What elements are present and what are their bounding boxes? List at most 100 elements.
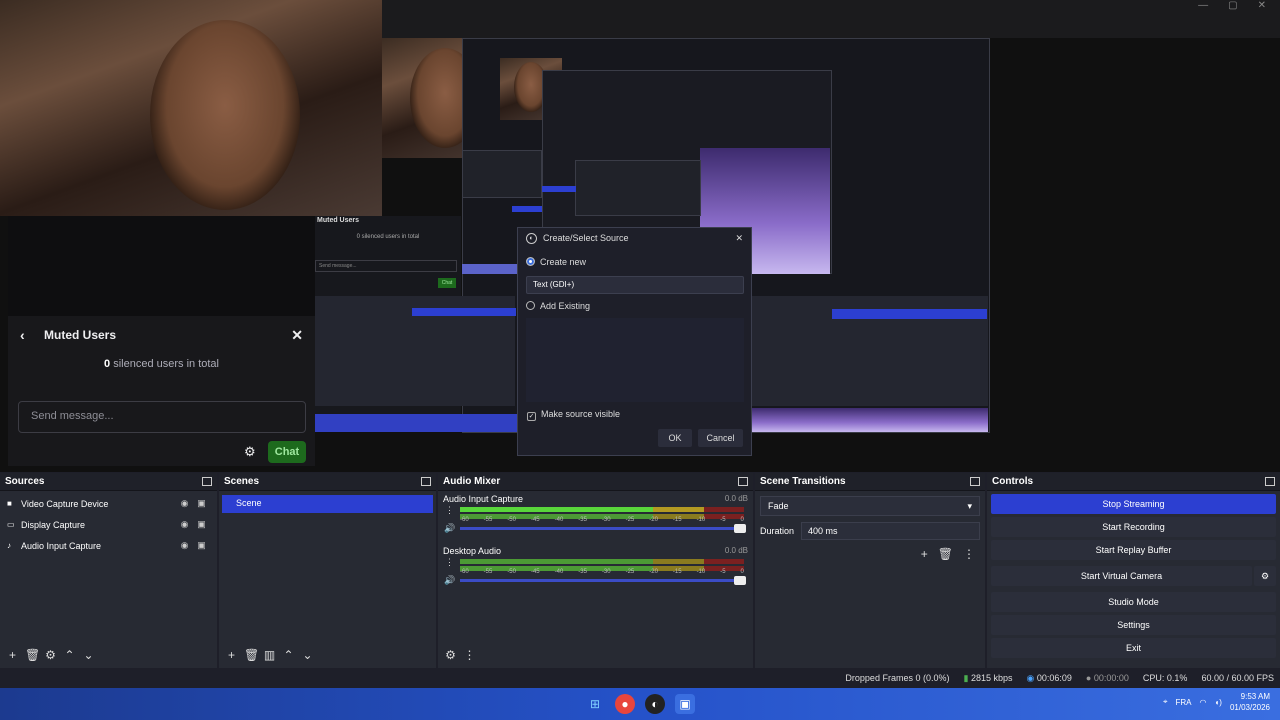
- kebab-menu-icon[interactable]: ⋮: [463, 648, 476, 662]
- cancel-button[interactable]: Cancel: [698, 429, 743, 447]
- system-tray: ⌖ FRA ◠ ◖) 9:53 AM 01/03/2026: [1163, 691, 1270, 713]
- filter-icon[interactable]: ▥: [263, 648, 276, 662]
- settings-button[interactable]: Settings: [991, 615, 1276, 635]
- obs-icon[interactable]: ◐: [645, 694, 665, 714]
- mixer-channel: Desktop Audio 0.0 dB ⋮ -60 -55 -50 -45 -40 -3…: [438, 543, 753, 595]
- volume-icon[interactable]: ◖): [1214, 698, 1222, 707]
- wifi-icon[interactable]: ◠: [1199, 698, 1206, 707]
- lock-icon[interactable]: ▣: [193, 519, 210, 530]
- chrome-icon[interactable]: ●: [615, 694, 635, 714]
- kebab-menu-icon[interactable]: ⋮: [963, 547, 975, 561]
- microphone-icon: ♪: [7, 541, 11, 550]
- slider-handle[interactable]: [734, 576, 746, 585]
- trash-icon[interactable]: 🗑: [244, 648, 259, 662]
- lock-icon[interactable]: ▣: [193, 540, 210, 551]
- muted-users-title: Muted Users: [44, 328, 117, 342]
- undock-icon[interactable]: [421, 477, 431, 486]
- chevron-left-icon[interactable]: ‹: [20, 327, 44, 343]
- source-item[interactable]: ■ Video Capture Device ◉ ▣: [0, 493, 217, 514]
- close-button[interactable]: ✕: [1258, 0, 1266, 14]
- location-icon[interactable]: ⌖: [1163, 697, 1168, 707]
- channel-name: Desktop Audio: [443, 546, 502, 556]
- advanced-audio-icon[interactable]: ⚙: [444, 648, 457, 662]
- arrow-up-icon[interactable]: ⌃: [282, 648, 295, 662]
- make-visible-label: Make source visible: [541, 409, 621, 419]
- audio-mixer-title: Audio Mixer: [443, 476, 501, 487]
- add-icon[interactable]: +: [921, 547, 928, 561]
- stream-time-value: 00:06:09: [1036, 672, 1072, 683]
- gear-icon[interactable]: ⚙: [1254, 566, 1276, 586]
- gear-icon[interactable]: ⚙: [44, 648, 57, 662]
- chat-button[interactable]: Chat: [268, 441, 306, 463]
- record-time: ● 00:00:00: [1086, 673, 1129, 683]
- trash-icon[interactable]: 🗑: [938, 547, 953, 561]
- create-new-label: Create new: [540, 257, 587, 267]
- dropped-frames: Dropped Frames 0 (0.0%): [845, 673, 950, 683]
- trash-icon[interactable]: 🗑: [25, 648, 40, 662]
- scenes-dock: Scenes Scene + 🗑 ▥ ⌃ ⌄: [219, 473, 436, 668]
- nested-send: Send message...: [315, 260, 457, 272]
- eye-icon[interactable]: ◉: [176, 519, 193, 530]
- close-icon[interactable]: ✕: [735, 233, 743, 244]
- lock-icon[interactable]: ▣: [193, 498, 210, 509]
- stop-streaming-button[interactable]: Stop Streaming: [991, 494, 1276, 514]
- add-icon[interactable]: +: [225, 648, 238, 662]
- fps: 60.00 / 60.00 FPS: [1201, 673, 1274, 683]
- add-icon[interactable]: +: [6, 648, 19, 662]
- language-indicator[interactable]: FRA: [1175, 698, 1191, 707]
- bitrate-value: 2815 kbps: [970, 672, 1013, 683]
- app-icon[interactable]: ▣: [675, 694, 695, 714]
- clock[interactable]: 9:53 AM 01/03/2026: [1230, 691, 1270, 713]
- speaker-icon[interactable]: 🔊: [444, 575, 455, 586]
- volume-slider[interactable]: [460, 576, 746, 585]
- eye-icon[interactable]: ◉: [176, 498, 193, 509]
- kebab-menu-icon[interactable]: ⋮: [445, 557, 454, 568]
- start-recording-button[interactable]: Start Recording: [991, 517, 1276, 537]
- slider-handle[interactable]: [734, 524, 746, 533]
- mixer-toolbar: ⚙ ⋮: [438, 648, 476, 662]
- minimize-button[interactable]: —: [1198, 0, 1208, 14]
- sources-title: Sources: [5, 476, 45, 487]
- start-replay-buffer-button[interactable]: Start Replay Buffer: [991, 540, 1276, 560]
- make-visible-checkbox[interactable]: ✓ Make source visible: [527, 409, 620, 421]
- duration-input[interactable]: 400 ms: [801, 522, 980, 540]
- undock-icon[interactable]: [970, 477, 980, 486]
- undock-icon[interactable]: [1265, 477, 1275, 486]
- source-name-input[interactable]: Text (GDI+): [526, 276, 744, 294]
- maximize-button[interactable]: ▢: [1228, 0, 1237, 14]
- scenes-toolbar: + 🗑 ▥ ⌃ ⌄: [219, 648, 314, 662]
- volume-slider[interactable]: [460, 524, 746, 533]
- arrow-down-icon[interactable]: ⌄: [301, 648, 314, 662]
- ok-button[interactable]: OK: [658, 429, 692, 447]
- add-existing-radio[interactable]: Add Existing: [526, 301, 590, 311]
- speaker-icon[interactable]: 🔊: [444, 523, 455, 534]
- source-item[interactable]: ▭ Display Capture ◉ ▣: [0, 514, 217, 535]
- arrow-up-icon[interactable]: ⌃: [63, 648, 76, 662]
- existing-sources-list[interactable]: [526, 318, 744, 402]
- create-new-radio[interactable]: Create new: [526, 257, 586, 267]
- studio-mode-button[interactable]: Studio Mode: [991, 592, 1276, 612]
- send-message-input[interactable]: Send message...: [18, 401, 306, 433]
- meter-ticks: -60 -55 -50 -45 -40 -35 -30 -25 -20 -15 -10 -5 0: [460, 569, 744, 575]
- exit-button[interactable]: Exit: [991, 638, 1276, 658]
- kebab-menu-icon[interactable]: ⋮: [445, 505, 454, 516]
- undock-icon[interactable]: [738, 477, 748, 486]
- taskbar: ⊞ ● ◐ ▣ ⌖ FRA ◠ ◖) 9:53 AM 01/03/2026: [0, 688, 1280, 720]
- radio-unselected-icon: [526, 301, 535, 310]
- arrow-down-icon[interactable]: ⌄: [82, 648, 95, 662]
- duration-label: Duration: [760, 526, 795, 536]
- undock-icon[interactable]: [202, 477, 212, 486]
- windows-start-icon[interactable]: ⊞: [585, 694, 605, 714]
- eye-icon[interactable]: ◉: [176, 540, 193, 551]
- start-virtual-camera-button[interactable]: Start Virtual Camera: [991, 566, 1252, 586]
- gear-icon[interactable]: ⚙: [244, 444, 256, 460]
- channel-db: 0.0 dB: [724, 546, 748, 555]
- controls-title: Controls: [992, 476, 1034, 487]
- transition-select[interactable]: Fade ▾: [760, 496, 980, 516]
- source-label: Video Capture Device: [21, 498, 109, 509]
- clock-time: 9:53 AM: [1240, 692, 1270, 701]
- audio-mixer-dock: Audio Mixer Audio Input Capture 0.0 dB ⋮…: [438, 473, 753, 668]
- source-item[interactable]: ♪ Audio Input Capture ◉ ▣: [0, 535, 217, 556]
- scene-item[interactable]: Scene: [222, 495, 433, 513]
- close-icon[interactable]: ✕: [291, 327, 303, 344]
